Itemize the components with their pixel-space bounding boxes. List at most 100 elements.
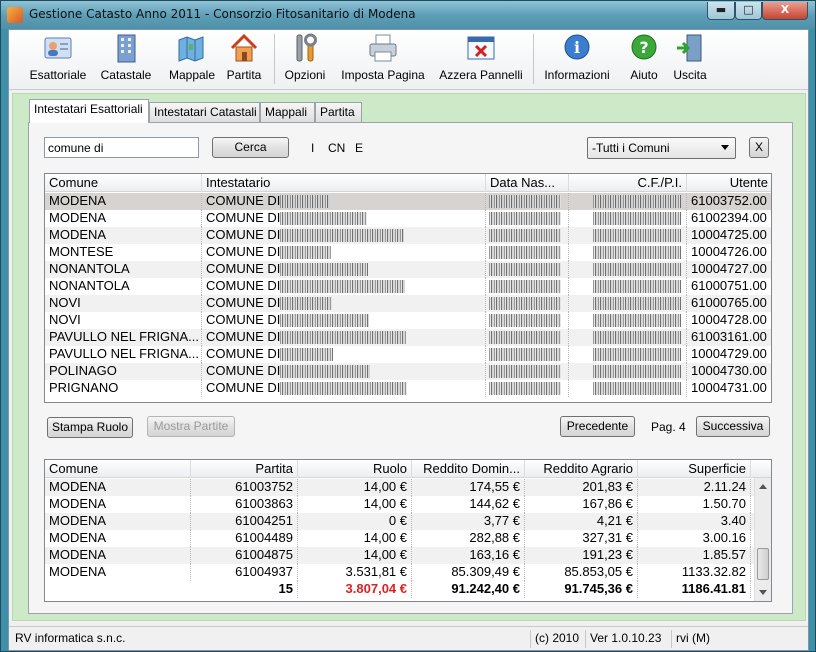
cell-data-nascita (486, 244, 569, 261)
totals-row: 15 3.807,04 €91.242,40 €91.745,36 €1186.4… (45, 581, 755, 598)
redacted-text (280, 331, 406, 344)
column-header-data-nascita[interactable]: Data Nas... (486, 174, 569, 192)
flag-cn[interactable]: CN (328, 141, 345, 155)
cell-intestatario: COMUNE DI (202, 193, 486, 210)
house-icon (227, 32, 261, 64)
vertical-scrollbar[interactable] (754, 478, 771, 601)
toolbar-mappale-button[interactable]: Mappale (163, 32, 221, 88)
cell-utente: 61000751.00 (687, 278, 771, 295)
cell-data-nascita (486, 193, 569, 210)
comuni-select[interactable]: -Tutti i Comuni (587, 137, 736, 159)
table-row[interactable]: NONANTOLA COMUNE DI 10004727.00 (45, 261, 771, 278)
cell-cf-pi (569, 380, 687, 397)
precedente-button[interactable]: Precedente (560, 416, 635, 437)
column-header-reddito-agrario[interactable]: Reddito Agrario (525, 460, 638, 478)
cell-intestatario: COMUNE DI (202, 346, 486, 363)
cell-reddito-dominicale: 144,62 € (412, 496, 525, 513)
table-row[interactable]: PRIGNANO COMUNE DI 10004731.00 (45, 380, 771, 397)
cell-comune: MODENA (45, 227, 202, 244)
table-row[interactable]: MODENA 61004251 0 €3,77 €4,21 €3.40 (45, 513, 755, 530)
table-row[interactable]: MONTESE COMUNE DI 10004726.00 (45, 244, 771, 261)
toolbar-opzioni-button[interactable]: Opzioni (281, 32, 329, 88)
column-header-reddito-dominicale[interactable]: Reddito Domin... (412, 460, 525, 478)
tab-intestatari-catastali[interactable]: Intestatari Catastali (149, 102, 260, 122)
tab-mappali[interactable]: Mappali (260, 102, 315, 122)
table-row[interactable]: POLINAGO COMUNE DI 10004730.00 (45, 363, 771, 380)
column-header-superficie[interactable]: Superficie (638, 460, 751, 478)
tab-intestatari-esattoriali[interactable]: Intestatari Esattoriali (29, 99, 149, 123)
column-header-ruolo[interactable]: Ruolo (298, 460, 412, 478)
toolbar-catastale-button[interactable]: Catastale (97, 32, 155, 88)
maximize-button[interactable]: □ (735, 2, 762, 20)
cell-comune: MODENA (45, 479, 191, 496)
intestatario-prefix: COMUNE DI (206, 312, 281, 327)
table-row[interactable]: MODENA 61003752 14,00 €174,55 €201,83 €2.1… (45, 479, 755, 496)
column-header-intestatario[interactable]: Intestatario (202, 174, 486, 192)
table-row[interactable]: MODENA 61004875 14,00 €163,16 €191,23 €1.8… (45, 547, 755, 564)
toolbar-uscita-button[interactable]: Uscita (669, 32, 711, 88)
mostra-partite-button[interactable]: Mostra Partite (147, 416, 235, 437)
toolbar-label: Imposta Pagina (341, 68, 425, 82)
column-header-partita[interactable]: Partita (191, 460, 298, 478)
tab-partita[interactable]: Partita (315, 102, 362, 122)
cell-reddito-agrario: 167,86 € (525, 496, 638, 513)
toolbar-informazioni-button[interactable]: i Informazioni (541, 32, 613, 88)
successiva-button[interactable]: Successiva (696, 416, 770, 437)
toolbar-partita-button[interactable]: Partita (223, 32, 265, 88)
redacted-text (280, 280, 405, 293)
intestatari-table: Comune Intestatario Data Nas... C.F./P.I… (44, 173, 772, 403)
table-row[interactable]: NONANTOLA COMUNE DI 61000751.00 (45, 278, 771, 295)
toolbar-esattoriale-button[interactable]: Esattoriale (29, 32, 87, 88)
table-row[interactable]: MODENA COMUNE DI 61002394.00 (45, 210, 771, 227)
minimize-button[interactable]: ▬ (707, 2, 735, 20)
redacted-text (280, 382, 407, 395)
table-row[interactable]: MODENA 61004937 3.531,81 €85.309,49 €85.85… (45, 564, 755, 581)
table-row[interactable]: PAVULLO NEL FRIGNA... COMUNE DI 61003161.0… (45, 329, 771, 346)
stampa-ruolo-button[interactable]: Stampa Ruolo (47, 417, 133, 438)
clear-filter-button[interactable]: X (749, 137, 769, 158)
flag-i[interactable]: I (311, 141, 314, 155)
toolbar: Esattoriale Catastale Mappale Partita Op… (9, 30, 808, 90)
total-reddito-agrario: 91.745,36 € (525, 581, 638, 598)
toolbar-aiuto-button[interactable]: ? Aiuto (623, 32, 665, 88)
cell-intestatario: COMUNE DI (202, 227, 486, 244)
redacted-text (593, 195, 681, 208)
cell-data-nascita (486, 312, 569, 329)
toolbar-label: Catastale (100, 68, 152, 82)
cell-superficie: 1.85.57 (638, 547, 751, 564)
intestatario-prefix: COMUNE DI (206, 363, 281, 378)
cell-comune: NOVI (45, 312, 202, 329)
status-mode: rvi (M) (671, 630, 714, 648)
toolbar-imposta-pagina-button[interactable]: Imposta Pagina (339, 32, 427, 88)
chevron-down-icon (721, 145, 729, 150)
table-row[interactable]: NOVI COMUNE DI 61000765.00 (45, 295, 771, 312)
table-row[interactable]: NOVI COMUNE DI 10004728.00 (45, 312, 771, 329)
scrollbar-thumb[interactable] (757, 548, 769, 580)
cell-superficie: 1.50.70 (638, 496, 751, 513)
title-bar[interactable]: Gestione Catasto Anno 2011 - Consorzio F… (1, 1, 815, 29)
table-row[interactable]: PAVULLO NEL FRIGNA... COMUNE DI 10004729.0… (45, 346, 771, 363)
table-row[interactable]: MODENA 61003863 14,00 €144,62 €167,86 €1.5… (45, 496, 755, 513)
scroll-down-icon[interactable] (759, 590, 767, 595)
scroll-up-icon[interactable] (759, 484, 767, 489)
cell-comune: MODENA (45, 564, 191, 581)
cell-intestatario: COMUNE DI (202, 380, 486, 397)
redacted-text (280, 365, 370, 378)
search-input[interactable] (44, 137, 199, 158)
toolbar-azzera-pannelli-button[interactable]: Azzera Pannelli (439, 32, 523, 88)
column-header-comune[interactable]: Comune (45, 174, 202, 192)
toolbar-label: Aiuto (630, 68, 658, 82)
search-button[interactable]: Cerca (212, 137, 289, 158)
cell-comune: NONANTOLA (45, 261, 202, 278)
flag-e[interactable]: E (355, 141, 363, 155)
column-header-cf-pi[interactable]: C.F./P.I. (569, 174, 687, 192)
table-row[interactable]: MODENA 61004489 14,00 €282,88 €327,31 €3.0… (45, 530, 755, 547)
table-row[interactable]: MODENA COMUNE DI 61003752.00 (45, 193, 771, 210)
redacted-text (593, 229, 681, 242)
table-row[interactable]: MODENA COMUNE DI 10004725.00 (45, 227, 771, 244)
redacted-text (489, 246, 561, 259)
svg-text:?: ? (639, 38, 648, 57)
column-header-utente[interactable]: Utente (687, 174, 771, 192)
close-button[interactable]: X (762, 2, 808, 20)
column-header-comune[interactable]: Comune (45, 460, 191, 478)
